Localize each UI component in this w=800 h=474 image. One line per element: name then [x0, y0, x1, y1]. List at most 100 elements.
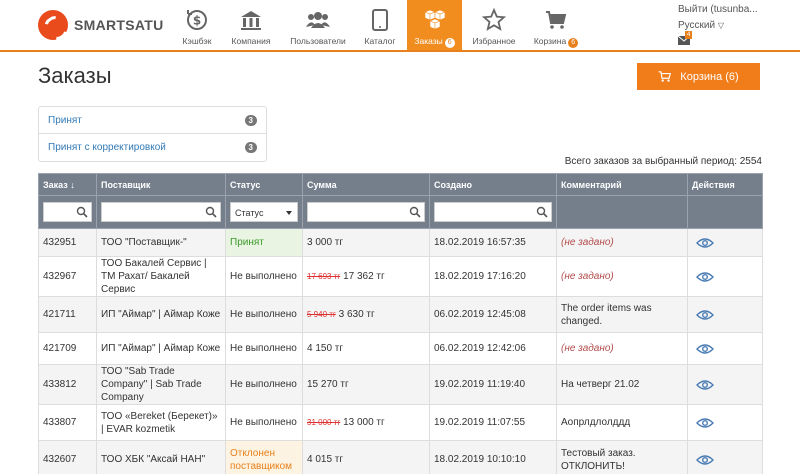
- language-label: Русский: [678, 20, 716, 31]
- created-filter-input[interactable]: [434, 202, 552, 222]
- cart-icon: [546, 11, 567, 29]
- supplier-filter-input[interactable]: [101, 202, 221, 222]
- logo-icon: [38, 10, 68, 40]
- table-row: 433812 ТОО "Sab Trade Company" | Sab Tra…: [38, 364, 763, 405]
- supplier-name: ИП "Аймар" | Аймар Коже: [96, 296, 226, 333]
- table-row: 433807 ТОО «Bereket (Берекет)» | EVAR ko…: [38, 404, 763, 441]
- order-comment: The order items was changed.: [556, 296, 688, 333]
- orders-table: Заказ ↓ Поставщик Статус Сумма Создано К…: [38, 173, 763, 474]
- boxes-icon: [423, 9, 446, 30]
- order-status: Не выполнено: [225, 256, 303, 297]
- top-navigation: SMARTSATU $ Кэшбэк Компания Пользователи…: [0, 0, 800, 52]
- order-sum: 17 693 тг 17 362 тг: [302, 256, 430, 297]
- order-status: Не выполнено: [225, 404, 303, 441]
- order-sum: 15 270 тг: [302, 364, 430, 405]
- status-item-label: Принят: [48, 114, 82, 126]
- nav-item-cart[interactable]: Корзина 6: [532, 0, 580, 50]
- order-created: 06.02.2019 12:42:06: [429, 332, 557, 365]
- column-header-created[interactable]: Создано: [429, 173, 557, 196]
- order-sum-old: 31 000 тг: [307, 418, 341, 427]
- nav-item-favorites[interactable]: Избранное: [470, 0, 518, 50]
- order-created: 18.02.2019 17:16:20: [429, 256, 557, 297]
- table-row: 432951 ТОО "Поставщик-" Принят 3 000 тг …: [38, 228, 763, 257]
- view-eye-icon[interactable]: [696, 309, 714, 321]
- cashback-icon: $: [187, 10, 207, 30]
- order-status: Отклонен поставщиком: [225, 440, 303, 474]
- order-created: 19.02.2019 11:07:55: [429, 404, 557, 441]
- order-sum: 31 000 тг 13 000 тг: [302, 404, 430, 441]
- order-id: 433807: [38, 404, 97, 441]
- star-icon: [482, 8, 506, 31]
- brand-name: SMARTSATU: [74, 17, 164, 33]
- supplier-name: ТОО ХБК "Аксай НАН": [96, 440, 226, 474]
- column-header-order[interactable]: Заказ ↓: [38, 173, 97, 196]
- order-created: 18.02.2019 10:10:10: [429, 440, 557, 474]
- order-filter-input[interactable]: [43, 202, 92, 222]
- status-item-accepted[interactable]: Принят 3: [39, 107, 266, 134]
- status-item-label: Принят с корректировкой: [48, 142, 166, 153]
- logout-link[interactable]: Выйти (tusunba...: [678, 4, 758, 15]
- column-header-status[interactable]: Статус: [225, 173, 303, 196]
- nav-item-users[interactable]: Пользователи: [288, 0, 348, 50]
- nav-item-catalog[interactable]: Каталог: [362, 0, 398, 50]
- column-header-supplier[interactable]: Поставщик: [96, 173, 226, 196]
- view-eye-icon[interactable]: [696, 417, 714, 429]
- order-created: 19.02.2019 11:19:40: [429, 364, 557, 405]
- order-comment: Аопрлдлолддд: [556, 404, 688, 441]
- supplier-name: ТОО Бакалей Сервис | ТМ Рахат/ Бакалей С…: [96, 256, 226, 297]
- caret-down-icon: ▽: [717, 21, 725, 30]
- order-sum-value: 3 630 тг: [338, 309, 375, 320]
- view-eye-icon[interactable]: [696, 379, 714, 391]
- search-icon: [76, 206, 88, 218]
- order-sum: 4 150 тг: [302, 332, 430, 365]
- status-item-accepted-adjusted[interactable]: Принят с корректировкой 3: [39, 134, 266, 161]
- column-header-actions: Действия: [687, 173, 763, 196]
- cart-icon: [658, 71, 672, 82]
- orders-total: Всего заказов за выбранный период: 2554: [564, 156, 762, 167]
- nav-label: Каталог: [364, 36, 396, 46]
- nav-item-cashback[interactable]: $ Кэшбэк: [172, 0, 222, 50]
- nav-item-company[interactable]: Компания: [228, 0, 274, 50]
- tablet-icon: [372, 9, 388, 31]
- order-id: 433812: [38, 364, 97, 405]
- nav-label: Компания: [231, 36, 271, 46]
- user-menu: Выйти (tusunba... Русский ▽ 4: [677, 4, 758, 51]
- order-sum-old: 17 693 тг: [307, 272, 341, 281]
- status-count-badge: 3: [244, 114, 257, 126]
- order-id: 432607: [38, 440, 97, 474]
- language-selector[interactable]: Русский ▽: [678, 20, 758, 31]
- order-status: Не выполнено: [225, 296, 303, 333]
- search-icon: [205, 206, 217, 218]
- order-id: 432951: [38, 228, 97, 257]
- order-sum-value: 13 000 тг: [343, 417, 385, 428]
- search-icon: [536, 206, 548, 218]
- status-count-badge: 3: [244, 142, 257, 153]
- view-eye-icon[interactable]: [696, 454, 714, 466]
- brand-logo[interactable]: SMARTSATU: [38, 10, 164, 40]
- view-eye-icon[interactable]: [696, 237, 714, 249]
- status-filter-list: Принят 3 Принят с корректировкой 3: [38, 106, 267, 162]
- bank-icon: [241, 11, 261, 30]
- page-title: Заказы: [38, 63, 112, 88]
- status-filter-select[interactable]: Статус: [230, 202, 298, 222]
- search-icon: [409, 206, 421, 218]
- orders-count-badge: 6: [444, 38, 455, 48]
- messages-button[interactable]: 4: [677, 31, 693, 46]
- column-header-sum[interactable]: Сумма: [302, 173, 430, 196]
- view-eye-icon[interactable]: [696, 271, 714, 283]
- cart-button[interactable]: Корзина (6): [637, 63, 760, 90]
- order-status: Не выполнено: [225, 332, 303, 365]
- order-sum: 5 940 тг 3 630 тг: [302, 296, 430, 333]
- sum-filter-input[interactable]: [307, 202, 425, 222]
- nav-label: Пользователи: [290, 36, 346, 46]
- order-comment: Тестовый заказ. ОТКЛОНИТЬ!: [556, 440, 688, 474]
- supplier-name: ТОО "Поставщик-": [96, 228, 226, 257]
- order-comment: (не задано): [556, 332, 688, 365]
- cart-button-label: Корзина (6): [680, 70, 739, 83]
- nav-item-orders[interactable]: Заказы 6: [407, 0, 462, 50]
- order-status: Принят: [225, 228, 303, 257]
- table-row: 421709 ИП "Аймар" | Аймар Коже Не выполн…: [38, 332, 763, 365]
- view-eye-icon[interactable]: [696, 343, 714, 355]
- supplier-name: ИП "Аймар" | Аймар Коже: [96, 332, 226, 365]
- order-created: 06.02.2019 12:45:08: [429, 296, 557, 333]
